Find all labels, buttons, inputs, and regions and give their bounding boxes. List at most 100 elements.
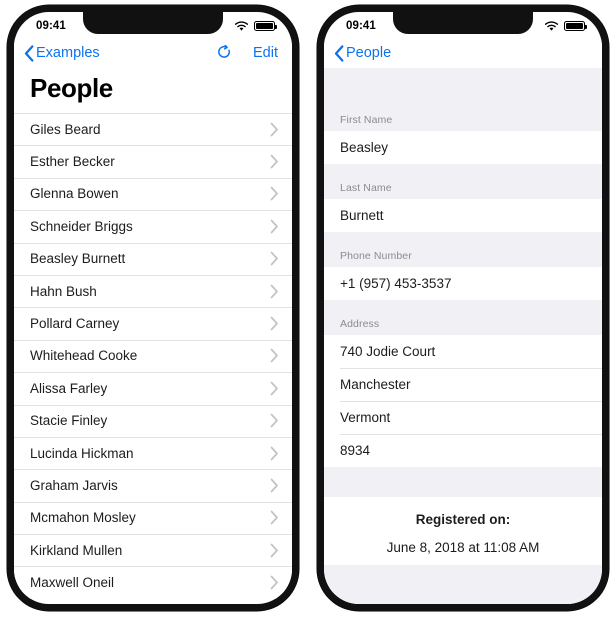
- list-item-label: Whitehead Cooke: [30, 348, 138, 364]
- navigation-actions: Edit: [217, 45, 278, 61]
- chevron-right-icon: [270, 219, 278, 234]
- status-time: 09:41: [36, 20, 66, 32]
- back-button-examples[interactable]: Examples: [24, 44, 100, 62]
- list-item[interactable]: Giles Beard: [14, 113, 292, 146]
- list-item-label: Maxwell Oneil: [30, 575, 115, 591]
- screenshot-stage: 09:41 Examples Edit People Giles Beard E…: [0, 0, 616, 619]
- detail-field-row[interactable]: Burnett: [324, 199, 602, 232]
- screen-person-detail: 09:41 People First Name Beasley Last Nam…: [324, 12, 602, 604]
- chevron-right-icon: [270, 511, 278, 525]
- detail-field-value: 8934: [340, 443, 371, 458]
- list-item-label: Graham Jarvis: [30, 477, 118, 493]
- footer-spacer: [324, 467, 602, 497]
- list-item[interactable]: Beasley Burnett: [14, 242, 292, 275]
- status-indicators: [544, 20, 587, 32]
- wifi-icon: [234, 20, 249, 31]
- chevron-right-icon: [270, 543, 278, 558]
- list-item-label: Beasley Burnett: [30, 251, 126, 267]
- list-item[interactable]: Hahn Bush: [14, 274, 292, 308]
- section-rows: Burnett: [324, 199, 602, 232]
- top-spacer: [324, 68, 602, 106]
- registration-footer: Registered on: June 8, 2018 at 11:08 AM: [324, 497, 602, 565]
- detail-field-value: Burnett: [340, 208, 384, 223]
- chevron-left-icon: [24, 45, 34, 62]
- screen-people-list: 09:41 Examples Edit People Giles Beard E…: [14, 12, 292, 604]
- status-indicators: [234, 20, 277, 32]
- list-item-label: Pollard Carney: [30, 316, 120, 332]
- list-item-label: Stacie Finley: [30, 413, 108, 429]
- detail-field-value: Beasley: [340, 140, 389, 155]
- registered-on-label: Registered on:: [415, 512, 511, 527]
- list-item-label: Kirkland Mullen: [30, 542, 123, 558]
- section-rows: 740 Jodie Court Manchester Vermont 8934: [324, 335, 602, 467]
- detail-sections: First Name Beasley Last Name Burnett Phone N…: [324, 106, 602, 467]
- section-gap: [324, 300, 602, 310]
- detail-field-row[interactable]: Beasley: [324, 131, 602, 164]
- list-item[interactable]: Glenna Bowen: [14, 177, 292, 211]
- chevron-left-icon: [334, 45, 344, 62]
- section-header: First Name: [324, 106, 602, 131]
- detail-field-row[interactable]: +1 (957) 453-3537: [324, 267, 602, 300]
- refresh-icon[interactable]: [217, 45, 232, 61]
- chevron-right-icon: [270, 575, 278, 590]
- navigation-bar: People: [324, 38, 602, 68]
- chevron-right-icon: [270, 446, 278, 460]
- list-item-label: Esther Becker: [30, 154, 115, 170]
- detail-field-row[interactable]: 8934: [324, 434, 602, 467]
- section-gap: [324, 164, 602, 174]
- list-item-label: Mcmahon Mosley: [30, 510, 136, 526]
- back-button-label: People: [346, 45, 392, 61]
- detail-field-value: 740 Jodie Court: [340, 344, 436, 359]
- list-item[interactable]: Whitehead Cooke: [14, 339, 292, 373]
- section-header: Last Name: [324, 174, 602, 199]
- status-bar: 09:41: [324, 12, 602, 38]
- list-item-label: Hahn Bush: [30, 283, 97, 299]
- detail-field-value: +1 (957) 453-3537: [340, 276, 452, 291]
- list-item-label: Giles Beard: [30, 121, 101, 137]
- chevron-right-icon: [270, 154, 278, 169]
- list-item[interactable]: Lucinda Hickman: [14, 436, 292, 470]
- navigation-bar: Examples Edit: [14, 38, 292, 68]
- list-item[interactable]: Mcmahon Mosley: [14, 501, 292, 535]
- list-item[interactable]: Graham Jarvis: [14, 469, 292, 502]
- chevron-right-icon: [270, 413, 278, 428]
- edit-button[interactable]: Edit: [253, 45, 278, 61]
- status-time: 09:41: [346, 20, 376, 32]
- detail-field-row[interactable]: Manchester: [324, 368, 602, 401]
- section-rows: Beasley: [324, 131, 602, 164]
- battery-icon: [254, 21, 277, 31]
- chevron-right-icon: [270, 284, 278, 298]
- wifi-icon: [544, 20, 559, 31]
- section-header: Address: [324, 310, 602, 335]
- list-item[interactable]: Esther Becker: [14, 145, 292, 178]
- chevron-right-icon: [270, 349, 278, 363]
- detail-field-row[interactable]: Vermont: [324, 401, 602, 434]
- people-list: Giles Beard Esther Becker Glenna Bowen Schn…: [14, 113, 292, 599]
- list-item[interactable]: Maxwell Oneil: [14, 566, 292, 599]
- chevron-right-icon: [270, 187, 278, 201]
- list-item[interactable]: Kirkland Mullen: [14, 534, 292, 567]
- section-gap: [324, 232, 602, 242]
- section-header: Phone Number: [324, 242, 602, 267]
- chevron-right-icon: [270, 478, 278, 493]
- detail-field-value: Vermont: [340, 410, 391, 425]
- list-item[interactable]: Stacie Finley: [14, 404, 292, 437]
- chevron-right-icon: [270, 316, 278, 331]
- list-item-label: Schneider Briggs: [30, 218, 133, 234]
- chevron-right-icon: [270, 122, 278, 137]
- list-item[interactable]: Pollard Carney: [14, 307, 292, 340]
- chevron-right-icon: [270, 381, 278, 396]
- section-rows: +1 (957) 453-3537: [324, 267, 602, 300]
- person-detail-form: First Name Beasley Last Name Burnett Phone N…: [324, 68, 602, 604]
- back-button-people[interactable]: People: [334, 44, 391, 62]
- list-item-label: Alissa Farley: [30, 380, 108, 396]
- phone-device-left: 09:41 Examples Edit People Giles Beard E…: [7, 5, 299, 611]
- back-button-label: Examples: [36, 45, 100, 61]
- page-title: People: [14, 68, 292, 113]
- battery-icon: [564, 21, 587, 31]
- detail-field-row[interactable]: 740 Jodie Court: [324, 335, 602, 368]
- list-item[interactable]: Alissa Farley: [14, 372, 292, 405]
- list-item[interactable]: Schneider Briggs: [14, 210, 292, 243]
- detail-field-value: Manchester: [340, 377, 411, 392]
- list-item-label: Lucinda Hickman: [30, 445, 134, 461]
